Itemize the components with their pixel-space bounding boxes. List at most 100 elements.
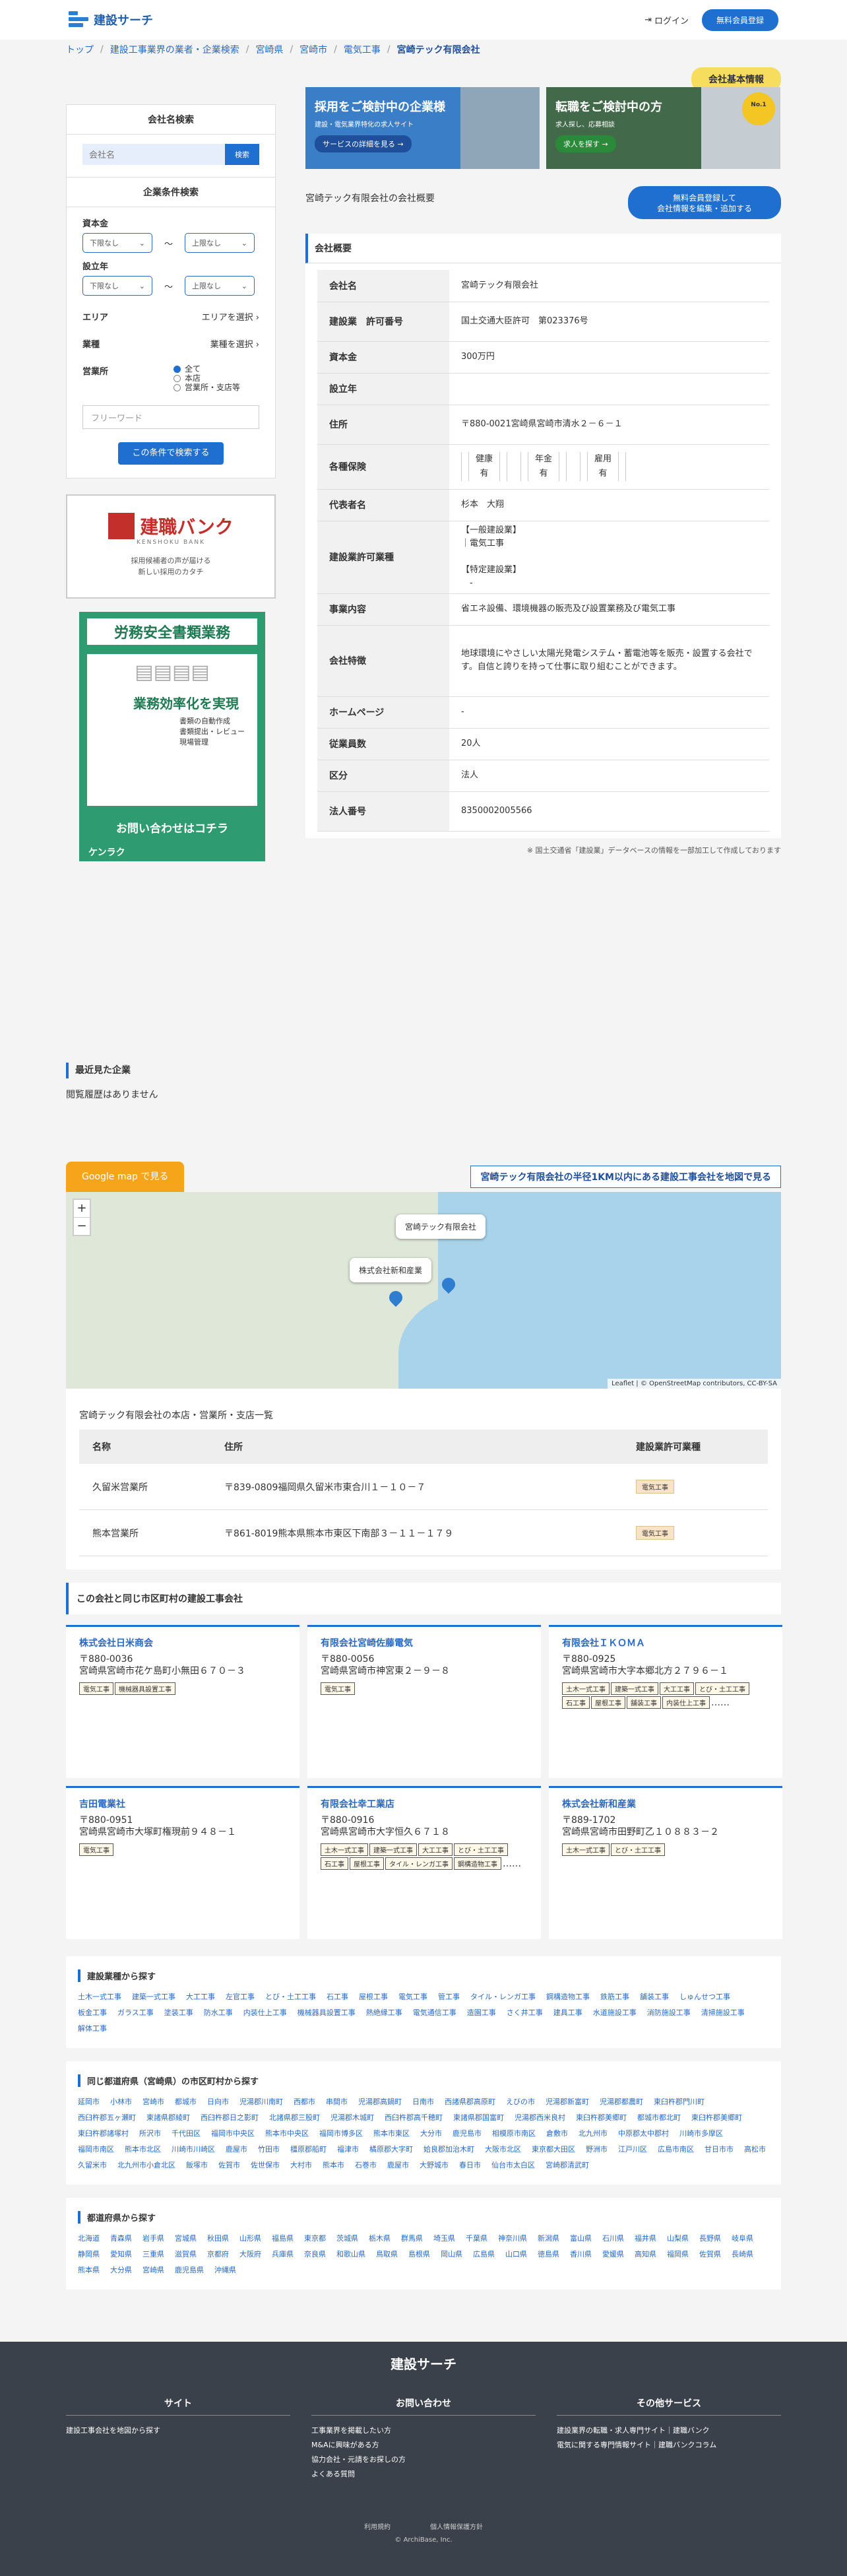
industries-link[interactable]: 鉄筋工事 [600,1991,629,2003]
cities-link[interactable]: 仙台市太白区 [491,2160,535,2171]
login-link[interactable]: ⇥ ログイン [644,14,689,26]
cities-link[interactable]: 福岡市中央区 [211,2128,255,2140]
cities-link[interactable]: 児湯郡木城町 [330,2112,374,2124]
industries-link[interactable]: 塗装工事 [164,2007,193,2019]
cities-link[interactable]: 姶良郡加治木町 [424,2144,474,2156]
cities-link[interactable]: 高松市 [744,2144,766,2156]
prefs-link[interactable]: 青森県 [110,2233,132,2245]
prefs-link[interactable]: 佐賀県 [699,2249,721,2261]
prefs-link[interactable]: 鹿児島県 [175,2264,204,2276]
industries-link[interactable]: 管工事 [438,1991,460,2003]
prefs-link[interactable]: 愛知県 [110,2249,132,2261]
map-pin-icon[interactable] [386,1288,406,1307]
prefs-link[interactable]: 福岡県 [667,2249,689,2261]
prefs-link[interactable]: 鳥取県 [376,2249,398,2261]
prefs-link[interactable]: 秋田県 [207,2233,229,2245]
prefs-link[interactable]: 岡山県 [441,2249,462,2261]
industries-link[interactable]: 電気通信工事 [413,2007,456,2019]
freeword-input[interactable]: フリーワード [82,405,259,429]
industries-link[interactable]: 建具工事 [553,2007,582,2019]
cities-link[interactable]: 竹田市 [258,2144,280,2156]
cities-link[interactable]: 大分市 [420,2128,442,2140]
cities-link[interactable]: 都城市都北町 [637,2112,681,2124]
cities-link[interactable]: 串間市 [326,2096,348,2108]
cities-link[interactable]: 相模原市南区 [492,2128,536,2140]
industries-link[interactable]: 解体工事 [78,2023,107,2035]
cities-link[interactable]: 川崎市川崎区 [172,2144,215,2156]
company-card-name[interactable]: 吉田電業社 [79,1797,286,1810]
industries-link[interactable]: しゅんせつ工事 [679,1991,730,2003]
industries-link[interactable]: とび・土工工事 [265,1991,316,2003]
company-card-name[interactable]: 有限会社幸工業店 [321,1797,528,1810]
industry-select-link[interactable]: 業種を選択 › [210,337,259,350]
breadcrumb-city[interactable]: 宮崎市 [299,43,327,56]
company-card[interactable]: 吉田電業社 〒880-0951 宮崎県宮崎市大塚町権現前９４８－１ 電気工事 [66,1786,299,1939]
prefs-link[interactable]: 新潟県 [538,2233,559,2245]
cities-link[interactable]: 熊本市北区 [125,2144,161,2156]
cities-link[interactable]: 大野城市 [420,2160,449,2171]
prefs-link[interactable]: 島根県 [408,2249,430,2261]
industries-link[interactable]: 石工事 [327,1991,348,2003]
prefs-link[interactable]: 愛媛県 [602,2249,624,2261]
cities-link[interactable]: 東諸県郡綾町 [146,2112,190,2124]
prefs-link[interactable]: 長野県 [699,2233,721,2245]
industries-link[interactable]: 舗装工事 [640,1991,669,2003]
cities-link[interactable]: 福岡市博多区 [319,2128,363,2140]
prefs-link[interactable]: 埼玉県 [433,2233,455,2245]
cities-link[interactable]: えびの市 [506,2096,535,2108]
office-radio-branch[interactable]: 営業所・支店等 [173,383,259,392]
prefs-link[interactable]: 山口県 [505,2249,527,2261]
cities-link[interactable]: 児湯郡川南町 [239,2096,283,2108]
industries-link[interactable]: 大工工事 [186,1991,215,2003]
cities-link[interactable]: 小林市 [110,2096,132,2108]
prefs-link[interactable]: 福島県 [272,2233,294,2245]
cities-link[interactable]: 久留米市 [78,2160,107,2171]
cities-link[interactable]: 北九州市小倉北区 [117,2160,175,2171]
cities-link[interactable]: 飯塚市 [186,2160,208,2171]
prefs-link[interactable]: 京都府 [207,2249,229,2261]
prefs-link[interactable]: 宮崎県 [142,2264,164,2276]
cities-link[interactable]: 日向市 [207,2096,229,2108]
industries-link[interactable]: 熱絶縁工事 [366,2007,402,2019]
kenshoku-bank-banner[interactable]: 建職バンク KENSHOKU BANK 採用候補者の声が届ける 新しい採用のカタチ [66,494,276,599]
cities-link[interactable]: 東京都大田区 [532,2144,575,2156]
industries-link[interactable]: 建築一式工事 [132,1991,175,2003]
prefs-link[interactable]: 栃木県 [369,2233,391,2245]
company-card-name[interactable]: 有限会社宮崎佐藤電気 [321,1636,528,1649]
company-map[interactable]: + − 宮崎テック有限会社 株式会社新和産業 Leaflet | © OpenSt… [66,1192,781,1389]
industries-link[interactable]: 消防施設工事 [647,2007,691,2019]
prefs-link[interactable]: 香川県 [570,2249,592,2261]
prefs-link[interactable]: 熊本県 [78,2264,100,2276]
prefs-link[interactable]: 富山県 [570,2233,592,2245]
company-card-name[interactable]: 株式会社新和産業 [562,1797,769,1810]
prefs-link[interactable]: 三重県 [142,2249,164,2261]
footer-link[interactable]: 協力会社・元請をお探しの方 [311,2453,536,2467]
cities-link[interactable]: 熊本市中央区 [265,2128,309,2140]
recruit-banner[interactable]: 採用をご検討中の企業様 建設・電気業界特化の求人サイト サービスの詳細を見る → [305,87,540,169]
cities-link[interactable]: 北九州市 [579,2128,608,2140]
industries-link[interactable]: 左官工事 [226,1991,255,2003]
industries-link[interactable]: 土木一式工事 [78,1991,121,2003]
cities-link[interactable]: 大阪市北区 [485,2144,521,2156]
cities-link[interactable]: 川崎市多摩区 [679,2128,723,2140]
industries-link[interactable]: タイル・レンガ工事 [470,1991,536,2003]
cities-link[interactable]: 橘原郡大字町 [369,2144,413,2156]
footer-link[interactable]: 建設工事会社を地図から探す [66,2424,290,2438]
prefs-link[interactable]: 神奈川県 [498,2233,527,2245]
name-search-button[interactable]: 検索 [225,144,259,165]
kenraku-ad-banner[interactable]: 労務安全書類業務 ▤▤▤▤ 業務効率化を実現 書類の自動作成 書類提出・レビュー… [79,612,265,861]
cities-link[interactable]: 延岡市 [78,2096,100,2108]
cities-link[interactable]: 広島市南区 [658,2144,694,2156]
cities-link[interactable]: 鹿屋市 [226,2144,247,2156]
prefs-link[interactable]: 群馬県 [401,2233,423,2245]
cities-link[interactable]: 佐賀市 [218,2160,240,2171]
cities-link[interactable]: 福岡市南区 [78,2144,114,2156]
google-map-button[interactable]: Google map で見る [66,1162,185,1192]
prefs-link[interactable]: 山形県 [239,2233,261,2245]
prefs-link[interactable]: 山梨県 [667,2233,689,2245]
cities-link[interactable]: 東臼杵郡美郷町 [691,2112,742,2124]
prefs-link[interactable]: 静岡県 [78,2249,100,2261]
cities-link[interactable]: 鹿児島市 [453,2128,482,2140]
industries-link[interactable]: さく井工事 [507,2007,543,2019]
industries-link[interactable]: 水道施設工事 [593,2007,637,2019]
